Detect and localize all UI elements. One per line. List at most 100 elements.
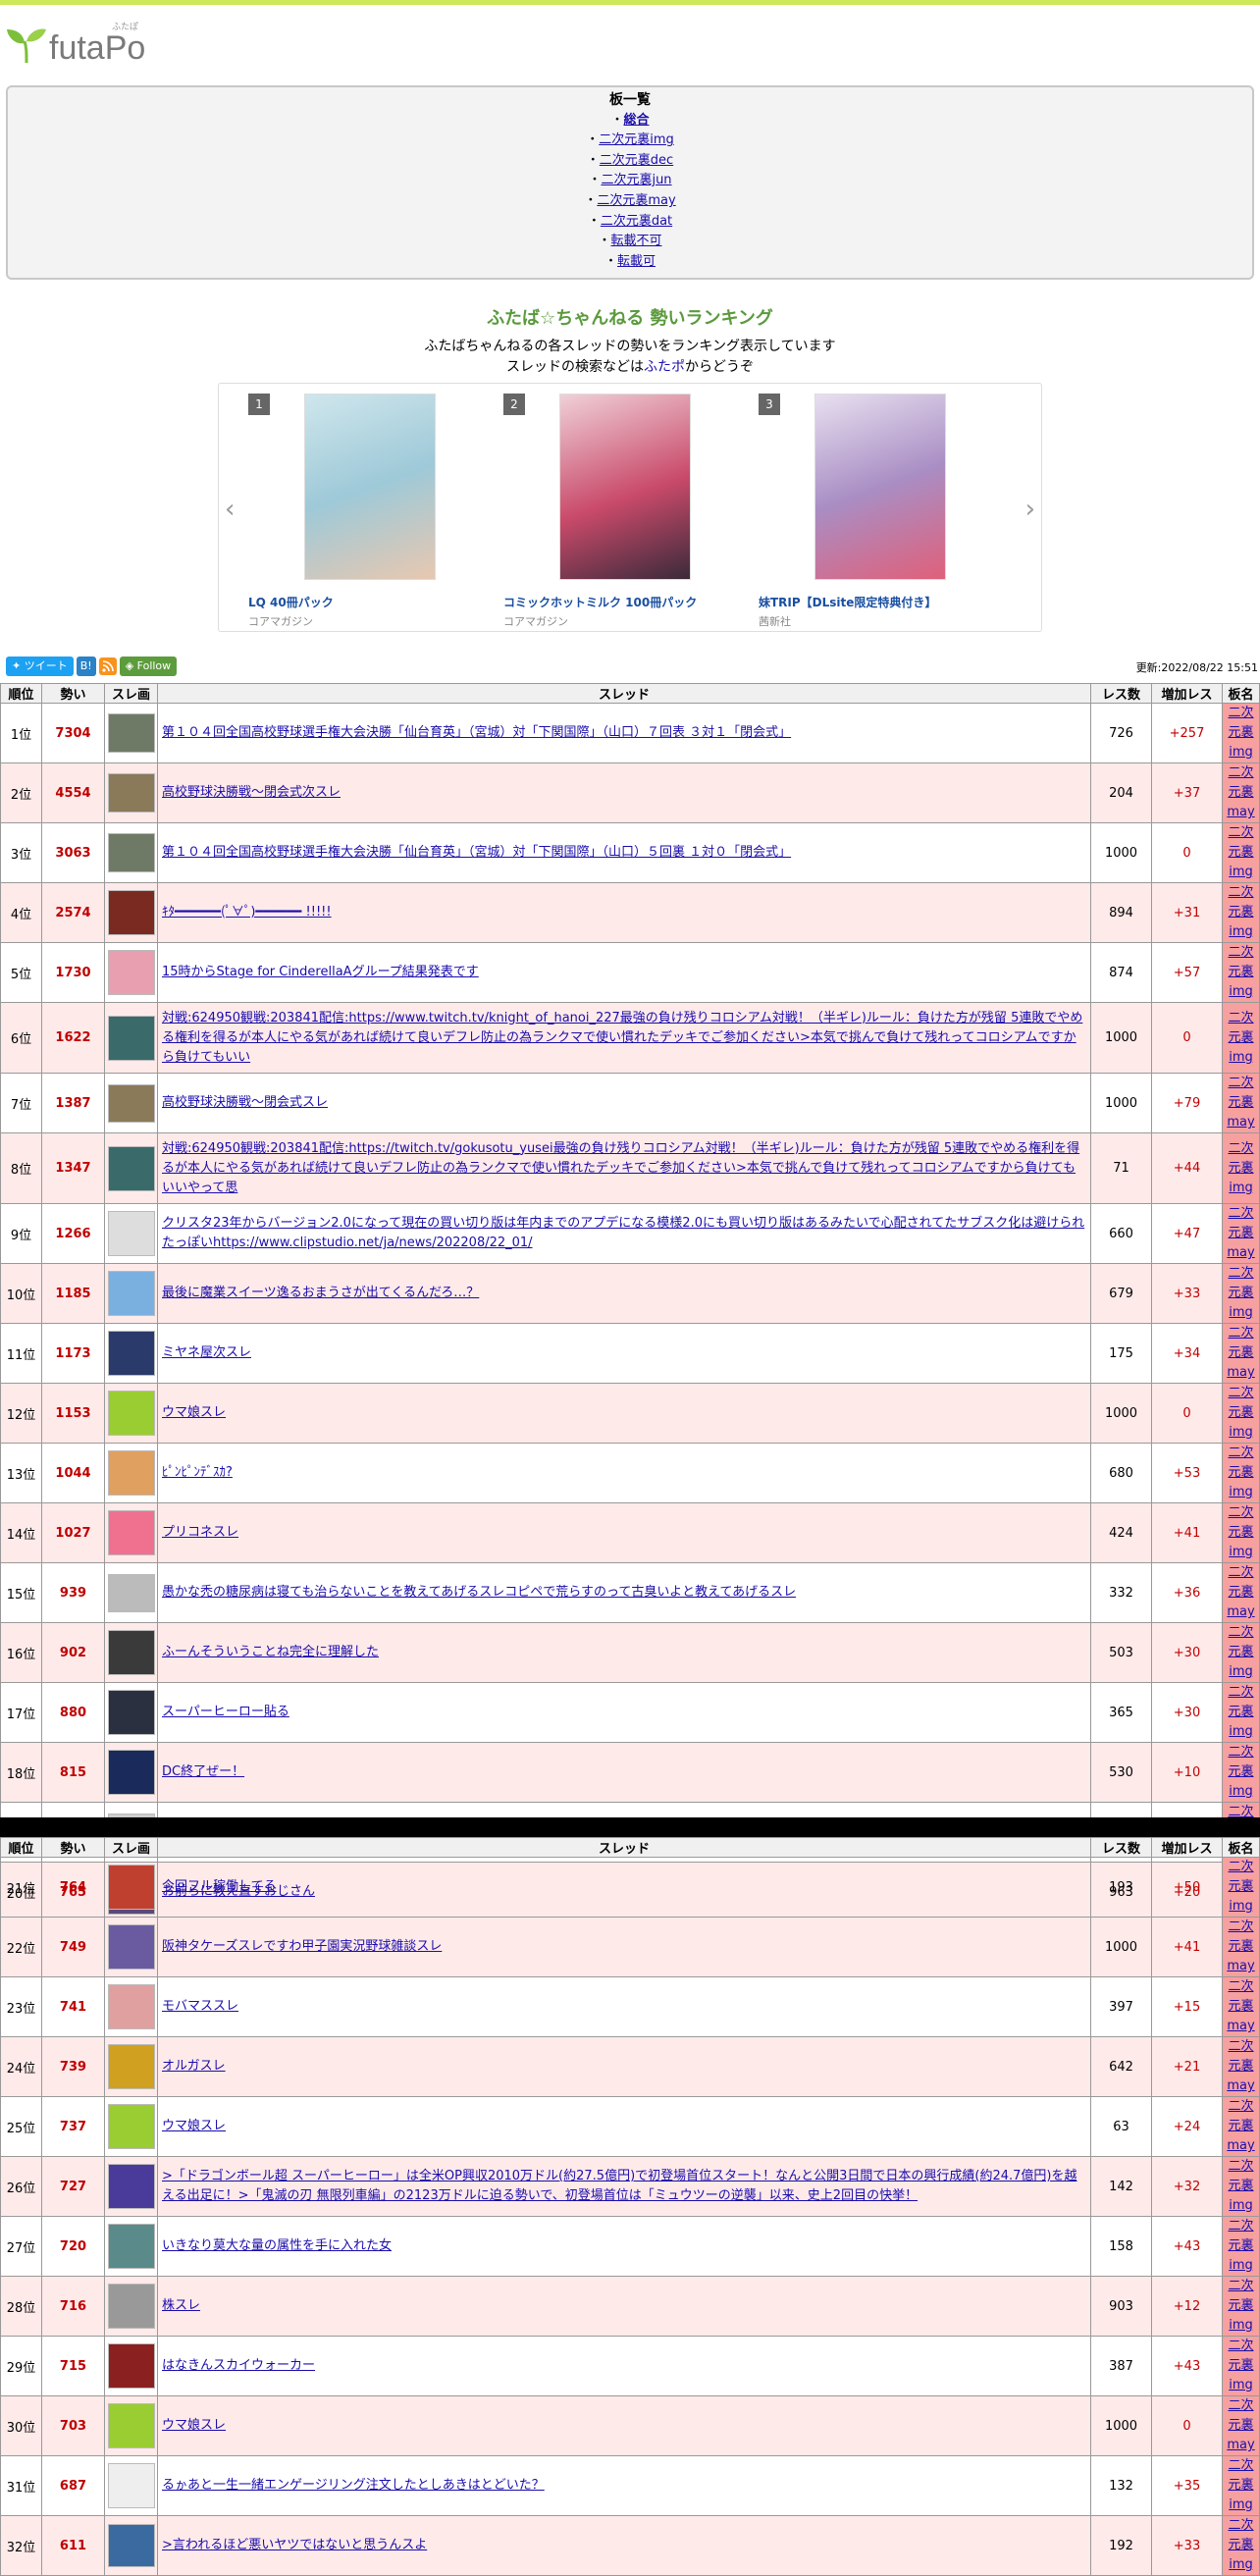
thread-thumbnail[interactable] xyxy=(107,1083,155,1123)
thread-link[interactable]: オルガスレ xyxy=(162,2059,226,2074)
thumbnail-cell[interactable] xyxy=(104,1857,158,1918)
thumbnail-cell[interactable] xyxy=(104,1562,158,1623)
board-name-link[interactable]: 二次元裏 img xyxy=(1228,1745,1253,1799)
thread-thumbnail[interactable] xyxy=(107,2224,155,2269)
board-name-link[interactable]: 二次元裏 may xyxy=(1227,1206,1254,1260)
thumbnail-cell[interactable] xyxy=(104,942,158,1003)
board-name-cell[interactable]: 二次元裏 may xyxy=(1222,2036,1260,2097)
board-name-link[interactable]: 二次元裏 may xyxy=(1227,1326,1254,1380)
board-name-link[interactable]: 二次元裏 may xyxy=(1227,2039,1254,2093)
thread-thumbnail[interactable] xyxy=(107,1391,155,1436)
product-title[interactable]: LQ 40冊パック xyxy=(248,594,484,610)
board-name-cell[interactable]: 二次元裏 img xyxy=(1222,1263,1260,1324)
board-name-link[interactable]: 二次元裏 may xyxy=(1227,2398,1254,2452)
feedly-follow-button[interactable]: ◈ Follow xyxy=(119,657,178,676)
board-name-link[interactable]: 二次元裏 img xyxy=(1228,945,1253,999)
thread-link[interactable]: モバマススレ xyxy=(162,1999,238,2014)
thread-link[interactable]: >「ドラゴンボール超 スーパーヒーロー」は全米OP興収2010万ドル(約27.5… xyxy=(162,2169,1077,2203)
thread-link[interactable]: ウマ娘スレ xyxy=(162,2119,226,2133)
thread-thumbnail[interactable] xyxy=(107,1865,155,1910)
board-link[interactable]: 転載不可 xyxy=(611,234,662,248)
board-name-cell[interactable]: 二次元裏 img xyxy=(1222,882,1260,943)
thread-thumbnail[interactable] xyxy=(107,1984,155,2029)
thread-thumbnail[interactable] xyxy=(107,833,155,872)
thread-link[interactable]: ｷﾀ━━━━━━(ﾟ∀ﾟ)━━━━━━ !!!!! xyxy=(162,905,332,920)
thread-thumbnail[interactable] xyxy=(107,1211,155,1256)
hatena-bookmark-button[interactable]: B! xyxy=(76,657,96,676)
thumbnail-cell[interactable] xyxy=(104,1383,158,1444)
thumbnail-cell[interactable] xyxy=(104,1323,158,1384)
thumbnail-cell[interactable] xyxy=(104,1002,158,1074)
thread-link[interactable]: はなきんスカイウォーカー xyxy=(162,2358,315,2373)
board-link[interactable]: 二次元裏may xyxy=(597,193,675,208)
board-name-link[interactable]: 二次元裏 may xyxy=(1227,1919,1254,1973)
board-name-link[interactable]: 二次元裏 img xyxy=(1228,1625,1253,1679)
product-cover[interactable] xyxy=(814,394,946,580)
board-name-link[interactable]: 二次元裏 may xyxy=(1227,1565,1254,1619)
thread-link[interactable]: ウマ娘スレ xyxy=(162,2418,226,2433)
board-name-link[interactable]: 二次元裏 img xyxy=(1228,1446,1253,1499)
board-name-cell[interactable]: 二次元裏 may xyxy=(1222,1203,1260,1264)
thread-thumbnail[interactable] xyxy=(107,950,155,995)
product-publisher[interactable]: コアマガジン xyxy=(503,613,568,629)
carousel-next-button[interactable]: › xyxy=(1025,497,1035,522)
board-name-cell[interactable]: 二次元裏 img xyxy=(1222,2276,1260,2337)
board-name-link[interactable]: 二次元裏 img xyxy=(1228,1860,1253,1914)
thread-thumbnail[interactable] xyxy=(107,1750,155,1795)
product-publisher[interactable]: コアマガジン xyxy=(248,613,313,629)
thread-thumbnail[interactable] xyxy=(107,1924,155,1970)
thumbnail-cell[interactable] xyxy=(104,1443,158,1503)
board-name-link[interactable]: 二次元裏 img xyxy=(1228,1386,1253,1440)
carousel-prev-button[interactable]: ‹ xyxy=(225,497,235,522)
thread-link[interactable]: るゕあと一生一緒エンゲージリング注文したとしあきはとどいた？ xyxy=(162,2478,545,2493)
board-name-cell[interactable]: 二次元裏 img xyxy=(1222,2515,1260,2576)
thumbnail-cell[interactable] xyxy=(104,1622,158,1683)
thumbnail-cell[interactable] xyxy=(104,2395,158,2456)
thread-link[interactable]: 15時からStage for CinderellaAグループ結果発表です xyxy=(162,965,479,979)
thread-link[interactable]: 高校野球決勝戦～閉会式スレ xyxy=(162,1095,328,1110)
thumbnail-cell[interactable] xyxy=(104,1263,158,1324)
thread-thumbnail[interactable] xyxy=(107,1271,155,1316)
product-cover[interactable] xyxy=(304,394,436,580)
tweet-button[interactable]: ✦ ツイート xyxy=(6,657,74,676)
thread-link[interactable]: ふーんそういうことね完全に理解した xyxy=(162,1645,379,1659)
thumbnail-cell[interactable] xyxy=(104,882,158,943)
product-publisher[interactable]: 茜新社 xyxy=(759,613,791,629)
board-name-cell[interactable]: 二次元裏 may xyxy=(1222,2096,1260,2157)
thread-thumbnail[interactable] xyxy=(107,1510,155,1555)
thread-link[interactable]: 第１０４回全国高校野球選手権大会決勝「仙台育英」（宮城）対「下関国際」（山口）７… xyxy=(162,725,791,740)
board-link[interactable]: 総合 xyxy=(624,113,650,128)
thumbnail-cell[interactable] xyxy=(104,2515,158,2576)
thumbnail-cell[interactable] xyxy=(104,1742,158,1803)
thread-link[interactable]: いきなり莫大な量の属性を手に入れた女 xyxy=(162,2238,392,2253)
product-title[interactable]: 妹TRIP【DLsite限定特典付き】 xyxy=(759,594,994,610)
thumbnail-cell[interactable] xyxy=(104,2455,158,2516)
board-name-link[interactable]: 二次元裏 img xyxy=(1228,1141,1253,1195)
board-name-link[interactable]: 二次元裏 may xyxy=(1227,765,1254,819)
thread-thumbnail[interactable] xyxy=(107,2524,155,2567)
board-name-link[interactable]: 二次元裏 may xyxy=(1227,1979,1254,2033)
thumbnail-cell[interactable] xyxy=(104,1976,158,2037)
thread-thumbnail[interactable] xyxy=(107,1015,155,1061)
board-name-cell[interactable]: 二次元裏 img xyxy=(1222,1742,1260,1803)
thumbnail-cell[interactable] xyxy=(104,2216,158,2277)
thumbnail-cell[interactable] xyxy=(104,703,158,763)
board-name-cell[interactable]: 二次元裏 img xyxy=(1222,1132,1260,1204)
thumbnail-cell[interactable] xyxy=(104,1502,158,1563)
thread-thumbnail[interactable] xyxy=(107,2164,155,2209)
thread-link[interactable]: 株スレ xyxy=(162,2298,200,2313)
board-link[interactable]: 転載可 xyxy=(617,254,656,269)
thread-link[interactable]: 阪神タケーズスレですわ甲子園実況野球雑談スレ xyxy=(162,1939,442,1954)
board-name-cell[interactable]: 二次元裏 may xyxy=(1222,1073,1260,1133)
thread-thumbnail[interactable] xyxy=(107,1450,155,1496)
thumbnail-cell[interactable] xyxy=(104,1073,158,1133)
thumbnail-cell[interactable] xyxy=(104,2036,158,2097)
board-name-link[interactable]: 二次元裏 img xyxy=(1228,1266,1253,1320)
thread-link[interactable]: プリコネスレ xyxy=(162,1525,238,1540)
board-name-cell[interactable]: 二次元裏 img xyxy=(1222,2156,1260,2217)
board-name-cell[interactable]: 二次元裏 may xyxy=(1222,1562,1260,1623)
board-name-link[interactable]: 二次元裏 img xyxy=(1228,2518,1253,2572)
thread-thumbnail[interactable] xyxy=(107,713,155,753)
board-name-cell[interactable]: 二次元裏 img xyxy=(1222,1622,1260,1683)
board-name-link[interactable]: 二次元裏 img xyxy=(1228,825,1253,879)
